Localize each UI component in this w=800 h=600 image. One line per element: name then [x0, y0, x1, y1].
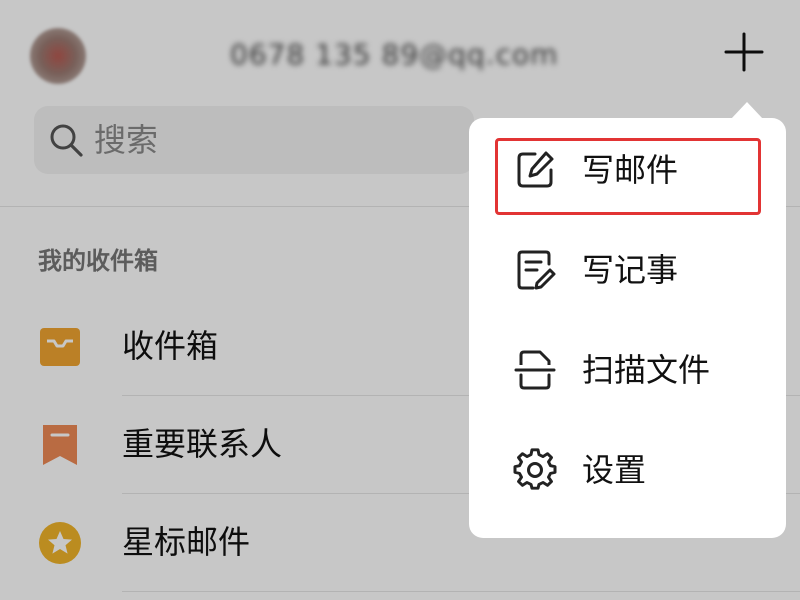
menu-item-scan-document[interactable]: 扫描文件 [469, 318, 786, 418]
menu-item-write-note[interactable]: 写记事 [469, 218, 786, 318]
menu-label: 设置 [582, 451, 647, 489]
menu-label: 写邮件 [582, 151, 679, 189]
menu-item-settings[interactable]: 设置 [469, 418, 786, 518]
scan-icon [514, 350, 556, 390]
menu-item-compose[interactable]: 写邮件 [469, 118, 786, 218]
gear-icon [513, 448, 557, 490]
add-popup-menu: 写邮件 写记事 扫描文件 设置 [469, 118, 786, 538]
compose-icon [517, 151, 554, 188]
note-icon [517, 250, 556, 290]
menu-label: 扫描文件 [582, 351, 711, 389]
menu-label: 写记事 [582, 251, 679, 289]
popup-caret [731, 102, 763, 119]
